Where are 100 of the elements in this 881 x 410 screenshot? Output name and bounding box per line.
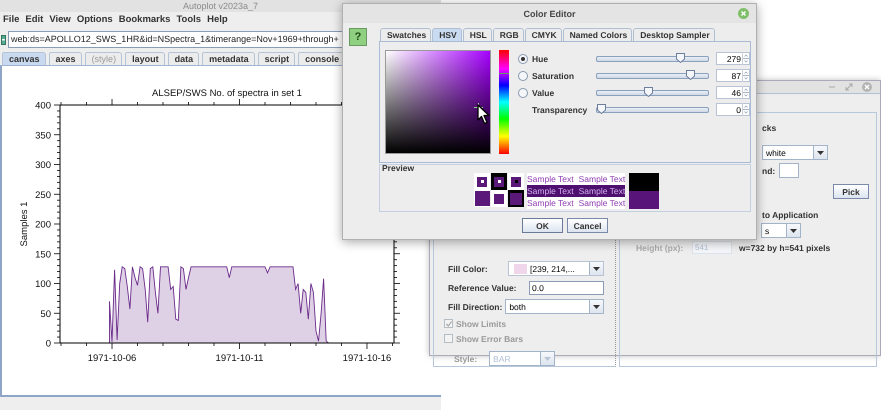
tick-label: 1971-10-16 <box>342 353 392 364</box>
dropdown[interactable]: both <box>505 299 604 314</box>
window-title: Autoplot v2023a_7 <box>182 1 258 11</box>
size-label: w=732 by h=541 pixels <box>739 242 830 252</box>
color-field[interactable] <box>385 50 491 154</box>
spinner-icon <box>742 69 749 82</box>
tick-label: 400 <box>35 100 51 112</box>
preview-label: Preview <box>382 164 416 173</box>
slider[interactable] <box>596 90 709 96</box>
tab[interactable]: data <box>168 52 200 65</box>
menu-item[interactable]: Bookmarks <box>116 14 174 25</box>
cursor-icon <box>477 104 490 125</box>
tab[interactable]: Named Colors <box>562 28 632 41</box>
color-preview-swatch <box>629 173 659 209</box>
sample-text: Sample Text <box>527 174 574 184</box>
menu-item[interactable]: File <box>0 14 22 25</box>
menu-item[interactable]: Tools <box>173 14 204 25</box>
chart-title: ALSEP/SWS No. of spectra in set 1 <box>152 88 302 99</box>
caret-icon <box>593 266 600 270</box>
menu-item[interactable]: View <box>46 14 74 25</box>
field-label: Fill Color: <box>448 264 488 274</box>
slider-label: Transparency <box>532 104 588 114</box>
menu-item[interactable]: Options <box>74 14 116 25</box>
spinner-icon <box>742 103 749 116</box>
section-heading: cks <box>762 123 776 133</box>
slider-label: Hue <box>532 54 550 64</box>
pick-button[interactable]: Pick <box>833 184 869 199</box>
slider-thumb[interactable] <box>676 52 686 62</box>
tick-label: 50 <box>40 308 51 320</box>
spinner-field[interactable]: 87 <box>716 69 750 82</box>
help-button[interactable]: ? <box>349 28 367 46</box>
tab[interactable]: RGB <box>492 28 524 41</box>
dialog-title: Color Editor <box>524 8 576 18</box>
caret-icon <box>593 304 600 308</box>
spinner-field[interactable]: 46 <box>716 86 750 99</box>
spinner-field[interactable]: 279 <box>716 52 750 65</box>
caret-icon <box>817 150 824 154</box>
tick-label: 300 <box>35 160 51 171</box>
dropdown[interactable]: white <box>762 145 828 160</box>
tick-label: 350 <box>35 130 51 142</box>
tick-label: 0 <box>46 338 51 350</box>
menu-item[interactable]: Help <box>204 14 231 25</box>
tab[interactable]: Desktop Sampler <box>633 28 715 41</box>
tab[interactable]: Swatches <box>380 28 432 41</box>
slider-label: Saturation <box>532 70 576 80</box>
tick-label: 150 <box>35 249 51 260</box>
status-icon <box>1 34 6 44</box>
tab[interactable]: metadata <box>202 52 255 65</box>
ok-button[interactable]: OK <box>522 218 563 233</box>
tab[interactable]: CMYK <box>524 28 562 41</box>
hue-marker[interactable] <box>499 73 509 74</box>
input-field[interactable]: 0.0 <box>529 280 604 294</box>
radio-button[interactable] <box>518 70 528 80</box>
spinner-icon <box>742 86 749 99</box>
field-label: Height (px): <box>636 242 684 252</box>
caret-icon <box>790 228 797 232</box>
checkbox-label: Show Limits <box>456 318 506 328</box>
slider[interactable] <box>596 106 709 112</box>
field-label: Style: <box>454 354 478 364</box>
field-label: Fill Direction: <box>448 302 502 312</box>
radio-button[interactable] <box>518 88 528 98</box>
slider-thumb[interactable] <box>686 70 695 80</box>
sample-text: Sample Text <box>578 174 626 184</box>
slider-label: Value <box>532 88 556 98</box>
sample-text: Sample Text <box>527 198 574 208</box>
tick-label: 250 <box>35 190 51 201</box>
spinner-field[interactable]: 0 <box>716 103 750 116</box>
tab[interactable]: layout <box>125 52 165 65</box>
tick-label: 1971-10-06 <box>88 353 136 364</box>
field-label: nd: <box>762 166 776 176</box>
radio-button[interactable] <box>518 54 528 64</box>
slider-thumb[interactable] <box>597 104 606 114</box>
axis-title: Samples 1 <box>19 202 30 246</box>
field-label: Reference Value: <box>448 282 517 292</box>
tab[interactable]: HSL <box>462 28 492 41</box>
sample-text: Sample Text <box>527 186 574 196</box>
tick-label: 100 <box>35 279 51 290</box>
close-icon[interactable] <box>862 82 872 92</box>
hue-bar[interactable] <box>499 50 509 154</box>
section-heading: to Application <box>762 210 818 220</box>
sample-text: Sample Text <box>578 198 626 208</box>
menu-item[interactable]: Edit <box>22 14 46 25</box>
tab[interactable]: canvas <box>2 52 46 65</box>
close-icon[interactable] <box>738 8 749 19</box>
tick-label: 200 <box>35 220 51 230</box>
color-button[interactable] <box>779 163 800 178</box>
preview-swatches-drawing <box>474 173 524 207</box>
dropdown[interactable]: [239, 214,... <box>508 261 604 276</box>
dropdown[interactable]: s <box>761 223 801 238</box>
slider[interactable] <box>596 72 709 78</box>
spinner-icon <box>742 52 749 65</box>
maximize-icon[interactable] <box>845 83 853 91</box>
color-swatch <box>514 264 527 274</box>
tab[interactable]: script <box>258 52 296 65</box>
tick-label: 1971-10-11 <box>216 353 264 364</box>
slider[interactable] <box>596 56 709 62</box>
tab[interactable]: HSV <box>432 28 462 41</box>
tab[interactable]: axes <box>48 52 82 65</box>
slider-thumb[interactable] <box>644 86 653 96</box>
cancel-button[interactable]: Cancel <box>567 218 608 233</box>
